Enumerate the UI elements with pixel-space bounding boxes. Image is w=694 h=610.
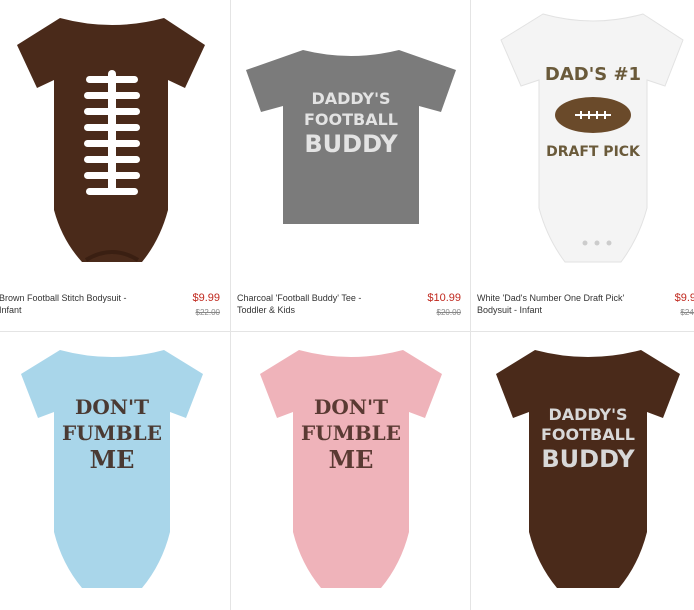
product-original-price: $22.00 [195, 308, 220, 317]
print-text: ME [90, 445, 135, 474]
print-text: DAD'S #1 [545, 64, 641, 85]
product-original-price: $20.00 [436, 308, 461, 317]
product-price: $9.99 [192, 292, 220, 304]
print-text: BUDDY [541, 445, 635, 473]
product-original-price: $24. [680, 308, 694, 317]
product-image[interactable] [0, 0, 231, 290]
product-price: $9.9 [674, 292, 694, 304]
product-card[interactable]: DADDY'S FOOTBALL BUDDY [471, 332, 694, 610]
product-grid: Brown Football Stitch Bodysuit - Infant … [0, 0, 694, 610]
print-text: DADDY'S [548, 405, 627, 424]
print-text: DADDY'S [311, 89, 390, 108]
product-image[interactable]: DON'T FUMBLE ME [231, 332, 471, 610]
print-text: ME [329, 445, 374, 474]
print-text: FUMBLE [62, 421, 162, 445]
product-card[interactable]: DON'T FUMBLE ME [0, 332, 231, 610]
print-text: DRAFT PICK [546, 144, 641, 160]
product-info: White 'Dad's Number One Draft Pick' Body… [471, 288, 694, 328]
product-price: $10.99 [427, 292, 461, 304]
product-image[interactable]: DON'T FUMBLE ME [0, 332, 231, 610]
print-text: FUMBLE [301, 421, 401, 445]
print-text: DON'T [314, 395, 388, 419]
product-info: Brown Football Stitch Bodysuit - Infant … [0, 288, 230, 328]
product-info: Charcoal 'Football Buddy' Tee - Toddler … [231, 288, 470, 328]
product-image[interactable]: DAD'S #1 DRAFT PICK [471, 0, 694, 290]
product-card[interactable]: DON'T FUMBLE ME [231, 332, 471, 610]
product-card[interactable]: Brown Football Stitch Bodysuit - Infant … [0, 0, 231, 332]
print-text: BUDDY [304, 130, 398, 158]
print-text: DON'T [75, 395, 149, 419]
product-image[interactable]: DADDY'S FOOTBALL BUDDY [231, 0, 471, 290]
product-name[interactable]: Brown Football Stitch Bodysuit - Infant [0, 292, 149, 316]
product-card[interactable]: DAD'S #1 DRAFT PICK White 'Dad's Number … [471, 0, 694, 332]
product-card[interactable]: DADDY'S FOOTBALL BUDDY Charcoal 'Footbal… [231, 0, 471, 332]
product-image[interactable]: DADDY'S FOOTBALL BUDDY [471, 332, 694, 610]
product-name[interactable]: Charcoal 'Football Buddy' Tee - Toddler … [237, 292, 387, 316]
print-text: FOOTBALL [304, 110, 398, 129]
print-text: FOOTBALL [541, 425, 635, 444]
product-name[interactable]: White 'Dad's Number One Draft Pick' Body… [477, 292, 627, 316]
